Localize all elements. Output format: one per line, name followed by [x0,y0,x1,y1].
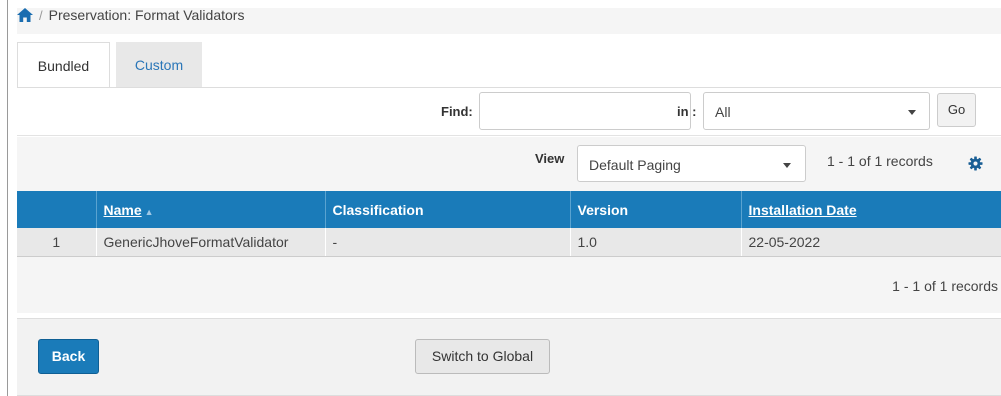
frame-border [7,0,8,396]
tab-custom[interactable]: Custom [116,42,202,88]
go-button[interactable]: Go [937,93,976,127]
breadcrumb: / Preservation: Format Validators [17,7,1001,34]
find-bar: Find: in : All Go [17,88,1001,136]
row-classification: - [325,228,571,257]
column-header-index [17,191,97,228]
in-select[interactable]: All [703,92,930,130]
breadcrumb-separator: / [39,7,43,23]
tab-bar: Bundled Custom [17,42,202,88]
breadcrumb-current: Preservation: Format Validators [48,7,245,23]
column-header-classification: Classification [325,191,571,228]
records-summary-top: 1 - 1 of 1 records [827,153,933,169]
validators-table: Name ▲ Classification Version Installatio… [17,191,1001,257]
table-footer: 1 - 1 of 1 records [17,257,1001,313]
in-label: in : [677,104,697,119]
row-installation-date: 22-05-2022 [741,228,1001,257]
switch-to-global-button[interactable]: Switch to Global [415,339,550,374]
view-select-value: Default Paging [589,157,681,173]
row-index: 1 [17,228,97,257]
back-button[interactable]: Back [38,339,99,374]
column-header-installation-date-label[interactable]: Installation Date [749,202,857,218]
view-label: View [535,151,565,166]
chevron-down-icon [783,163,791,168]
column-header-name[interactable]: Name ▲ [96,191,326,228]
records-summary-bottom: 1 - 1 of 1 records [892,278,998,294]
in-select-value: All [715,104,731,120]
view-bar: View Default Paging 1 - 1 of 1 records [17,137,1001,191]
chevron-down-icon [908,110,916,115]
row-version: 1.0 [570,228,742,257]
column-header-installation-date[interactable]: Installation Date [741,191,1001,228]
action-bar: Back Switch to Global [17,318,1001,396]
row-name: GenericJhoveFormatValidator [96,228,326,257]
table-row[interactable]: 1 GenericJhoveFormatValidator - 1.0 22-0… [17,228,1001,257]
column-header-name-label[interactable]: Name [104,202,142,218]
view-select[interactable]: Default Paging [577,145,806,182]
tab-bundled[interactable]: Bundled [17,42,110,88]
sort-asc-icon: ▲ [144,206,154,217]
find-input[interactable] [479,92,691,130]
table-header-row: Name ▲ Classification Version Installatio… [17,191,1001,228]
home-icon[interactable] [17,8,33,22]
column-header-version: Version [570,191,742,228]
gear-icon[interactable] [968,156,983,171]
find-label: Find: [441,104,473,119]
